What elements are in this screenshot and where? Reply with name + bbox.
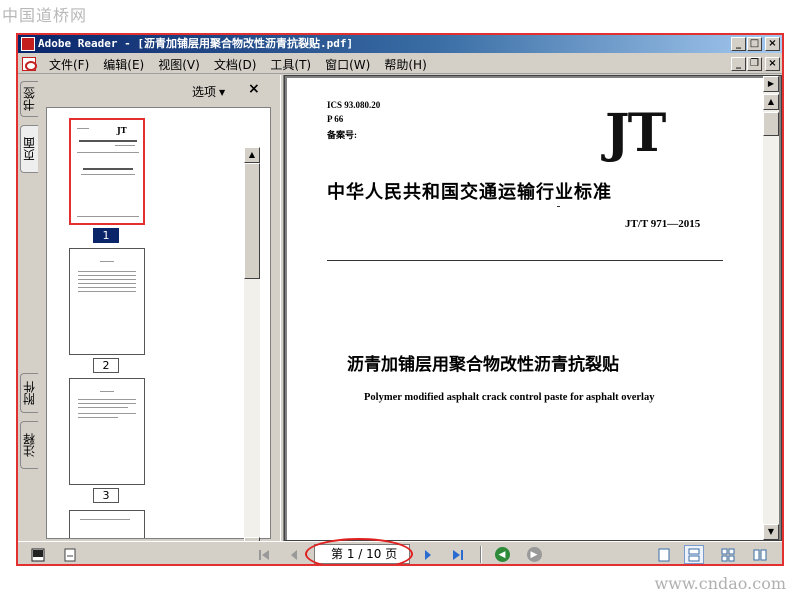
side-tabs: 书签 页面 附件 注释 [18, 75, 40, 541]
watermark-top: 中国道桥网 [2, 6, 88, 25]
standard-code: JT/T 971—2015 [625, 218, 701, 230]
class-code: P 66 [327, 114, 344, 124]
pdf-page: ICS 93.080.20 P 66 备案号: JT 中华人民共和国交通运输行业… [287, 78, 763, 540]
toolbar-separator [480, 546, 482, 563]
scroll-up-icon[interactable]: ▲ [244, 147, 260, 163]
forward-arrow-icon: ▶ [526, 547, 542, 562]
menu-view[interactable]: 视图(V) [151, 56, 207, 73]
doc-minimize-button[interactable]: _ [731, 57, 746, 71]
adobe-reader-icon [21, 37, 35, 51]
navigation-panel: 书签 页面 附件 注释 选项 ▼ × JT 1 2 3 ▲ [18, 75, 280, 553]
continuous-page-icon[interactable] [684, 545, 704, 564]
document-view: ICS 93.080.20 P 66 备案号: JT 中华人民共和国交通运输行业… [284, 75, 782, 541]
doc-close-button[interactable]: × [765, 57, 780, 71]
scroll-thumb[interactable] [244, 163, 260, 279]
back-arrow-icon: ◀ [494, 547, 510, 562]
menu-tools[interactable]: 工具(T) [263, 56, 318, 73]
divider [327, 260, 723, 261]
chevron-down-icon: ▼ [219, 88, 226, 97]
show-panel-icon[interactable] [28, 545, 48, 564]
forward-icon[interactable]: ▶ [524, 545, 544, 564]
next-page-icon[interactable] [418, 545, 438, 564]
menu-bar: 文件(F) 编辑(E) 视图(V) 文档(D) 工具(T) 窗口(W) 帮助(H… [18, 54, 782, 74]
previous-page-icon[interactable] [284, 545, 304, 564]
thumbnail-list: JT 1 2 3 [46, 107, 271, 539]
document-title-cn: 沥青加铺层用聚合物改性沥青抗裂贴 [347, 355, 619, 375]
status-bar: 第 1 / 10 页 ◀ ▶ [18, 538, 782, 564]
mini-logo: JT [117, 125, 127, 135]
page-thumbnail-2[interactable] [69, 248, 145, 355]
first-page-icon[interactable] [254, 545, 274, 564]
document-icon [22, 57, 37, 71]
ics-code: ICS 93.080.20 [327, 100, 381, 110]
title-bar: Adobe Reader - [沥青加铺层用聚合物改性沥青抗裂贴.pdf] _ … [18, 35, 782, 53]
menu-file[interactable]: 文件(F) [42, 56, 96, 73]
doc-scroll-right-icon[interactable]: ▶ [763, 76, 779, 92]
document-title-en: Polymer modified asphalt crack control p… [364, 392, 655, 403]
jt-logo: JT [605, 103, 666, 164]
options-menu[interactable]: 选项 ▼ [192, 83, 225, 100]
page-number-field[interactable]: 第 1 / 10 页 [314, 544, 410, 564]
tab-attachments[interactable]: 附件 [20, 373, 38, 413]
tab-bookmarks[interactable]: 书签 [20, 81, 38, 117]
doc-scroll-down-icon[interactable]: ▼ [763, 524, 779, 540]
page-number-2: 2 [93, 358, 119, 373]
menu-window[interactable]: 窗口(W) [318, 56, 377, 73]
page-mark [557, 206, 560, 207]
page-thumbnail-1[interactable]: JT [69, 118, 145, 225]
thumbnail-scrollbar[interactable]: ▲ ▼ [244, 147, 260, 553]
options-label: 选项 [192, 85, 217, 99]
standard-title: 中华人民共和国交通运输行业标准 [327, 182, 612, 203]
tab-comments[interactable]: 注释 [20, 421, 38, 469]
page-thumbnail-4[interactable] [69, 510, 145, 538]
close-button[interactable]: × [765, 37, 780, 51]
record-number: 备案号: [327, 130, 357, 140]
menu-document[interactable]: 文档(D) [207, 56, 264, 73]
menu-edit[interactable]: 编辑(E) [96, 56, 151, 73]
doc-scroll-thumb[interactable] [763, 112, 779, 136]
window-title: Adobe Reader - [沥青加铺层用聚合物改性沥青抗裂贴.pdf] [38, 37, 354, 50]
page-number-1: 1 [93, 228, 119, 243]
back-icon[interactable]: ◀ [492, 545, 512, 564]
continuous-facing-icon[interactable] [750, 545, 770, 564]
page-size-icon[interactable] [60, 545, 80, 564]
doc-restore-button[interactable]: ❐ [747, 57, 762, 71]
last-page-icon[interactable] [448, 545, 468, 564]
menu-help[interactable]: 帮助(H) [377, 56, 433, 73]
app-window: Adobe Reader - [沥青加铺层用聚合物改性沥青抗裂贴.pdf] _ … [16, 33, 784, 566]
page-number-3: 3 [93, 488, 119, 503]
single-page-icon[interactable] [654, 545, 674, 564]
watermark-bottom: www.cndao.com [654, 574, 786, 593]
doc-scroll-up-icon[interactable]: ▲ [763, 94, 779, 110]
page-thumbnail-3[interactable] [69, 378, 145, 485]
minimize-button[interactable]: _ [731, 37, 746, 51]
panel-close-icon[interactable]: × [248, 81, 260, 97]
panel-header: 选项 ▼ × [46, 75, 276, 105]
maximize-button[interactable]: □ [747, 37, 762, 51]
facing-page-icon[interactable] [718, 545, 738, 564]
tab-pages[interactable]: 页面 [20, 125, 38, 173]
document-scrollbar[interactable]: ▶ ▲ ▼ [763, 76, 779, 540]
